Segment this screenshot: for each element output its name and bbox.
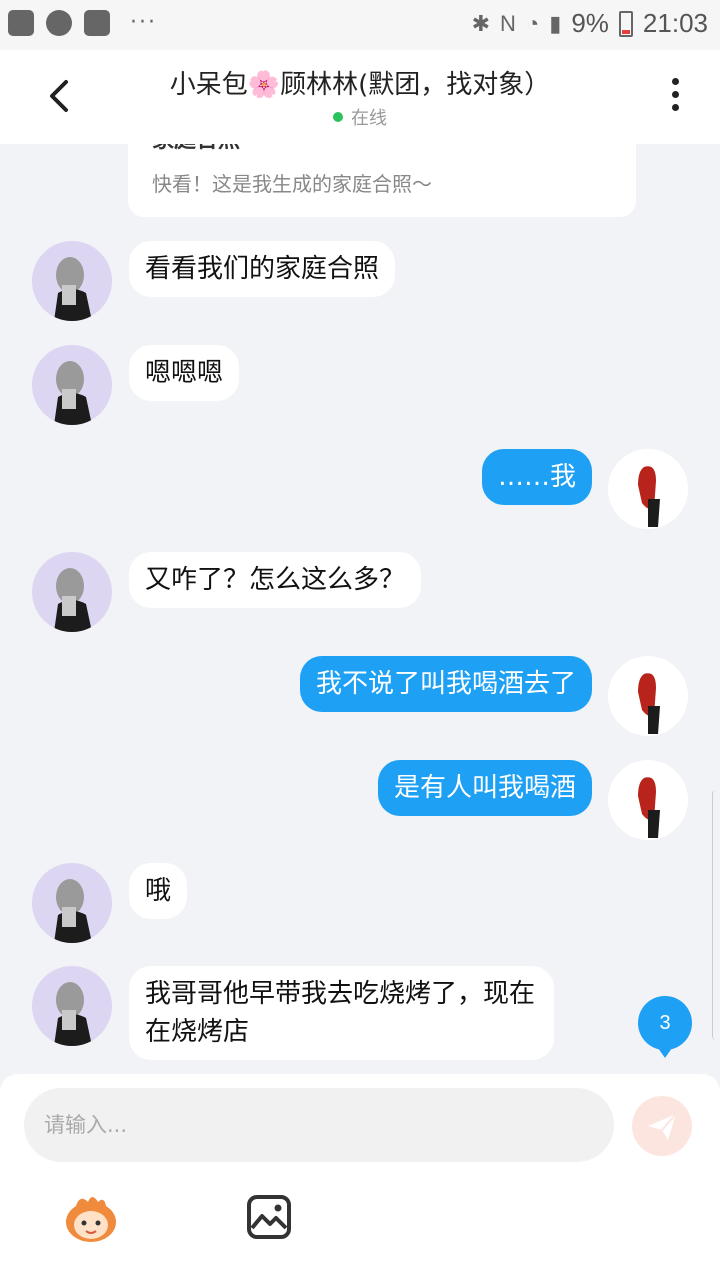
my-avatar-image <box>608 449 688 529</box>
more-notifications-icon: ··· <box>130 10 157 35</box>
online-status-label: 在线 <box>351 108 387 129</box>
contact-avatar-image <box>32 552 112 632</box>
message-bubble-incoming[interactable]: 看看我们的家庭合照 <box>129 241 396 297</box>
online-dot-icon <box>333 112 343 122</box>
contact-avatar[interactable] <box>32 863 112 943</box>
more-options-button[interactable] <box>672 78 682 116</box>
message-bubble-incoming[interactable]: 哦 <box>129 863 188 919</box>
shared-card-description: 快看！这是我生成的家庭合照～ <box>152 172 432 196</box>
message-list[interactable]: 家庭合照 快看！这是我生成的家庭合照～ 看看我们的家庭合照 嗯嗯嗯 <box>0 144 720 1074</box>
contact-avatar-image <box>32 966 112 1046</box>
contact-avatar[interactable] <box>32 966 112 1046</box>
battery-icon <box>618 10 633 37</box>
composer <box>0 1074 720 1280</box>
contact-avatar[interactable] <box>32 345 112 425</box>
send-button[interactable] <box>632 1096 692 1156</box>
clock-time: 21:03 <box>642 8 708 38</box>
contact-avatar-image <box>32 863 112 943</box>
my-avatar-image <box>608 760 688 840</box>
message-bubble-incoming[interactable]: 我哥哥他早带我去吃烧烤了，现在在烧烤店 <box>129 966 554 1060</box>
status-bar: ··· ✱ N ◔ ▮ 9% 21:03 <box>0 0 720 50</box>
chat-header: 小呆包🌸顾林林(默团，找对象） 在线 <box>0 50 720 144</box>
signal-icon: ▮ <box>549 10 562 36</box>
contact-avatar-image <box>32 241 112 321</box>
chat-title: 小呆包🌸顾林林(默团，找对象） <box>100 64 620 101</box>
my-avatar[interactable] <box>608 760 688 840</box>
wifi-icon: ◔ <box>525 10 540 36</box>
online-status: 在线 <box>0 104 720 130</box>
shared-photo-card[interactable]: 家庭合照 快看！这是我生成的家庭合照～ <box>128 144 636 217</box>
send-icon <box>648 1113 677 1140</box>
my-avatar-image <box>608 656 688 736</box>
message-input-container[interactable] <box>24 1088 614 1162</box>
emoji-icon <box>66 1197 116 1242</box>
my-avatar[interactable] <box>608 656 688 736</box>
scrollbar[interactable] <box>712 790 720 1040</box>
message-bubble-incoming[interactable]: 又咋了？怎么这么多？ <box>129 552 422 608</box>
emoji-button[interactable] <box>62 1192 120 1244</box>
battery-percent: 9% <box>571 8 609 38</box>
my-avatar[interactable] <box>608 449 688 529</box>
message-bubble-incoming[interactable]: 嗯嗯嗯 <box>129 345 240 401</box>
message-input[interactable] <box>44 1088 594 1162</box>
contact-avatar[interactable] <box>32 241 112 321</box>
gallery-notification-icon <box>8 10 34 36</box>
contact-name-part: 顾林林(默团，找对象） <box>280 70 551 100</box>
nfc-icon: N <box>500 10 516 36</box>
more-icon <box>672 78 679 85</box>
bluetooth-icon: ✱ <box>471 10 491 36</box>
contact-avatar-image <box>32 345 112 425</box>
contact-name-part: 小呆包 <box>169 70 248 100</box>
message-bubble-outgoing[interactable]: 是有人叫我喝酒 <box>377 760 592 816</box>
image-button[interactable] <box>246 1194 292 1240</box>
shopping-bag-notification-icon <box>84 10 110 36</box>
clock-notification-icon <box>46 10 72 36</box>
flower-emoji: 🌸 <box>247 70 281 100</box>
message-bubble-outgoing[interactable]: ……我 <box>481 449 592 505</box>
contact-avatar[interactable] <box>32 552 112 632</box>
new-message-badge[interactable]: 3 <box>638 996 692 1058</box>
message-bubble-outgoing[interactable]: 我不说了叫我喝酒去了 <box>299 656 592 712</box>
shared-card-title: 家庭合照 <box>152 144 240 154</box>
image-icon <box>247 1195 291 1239</box>
